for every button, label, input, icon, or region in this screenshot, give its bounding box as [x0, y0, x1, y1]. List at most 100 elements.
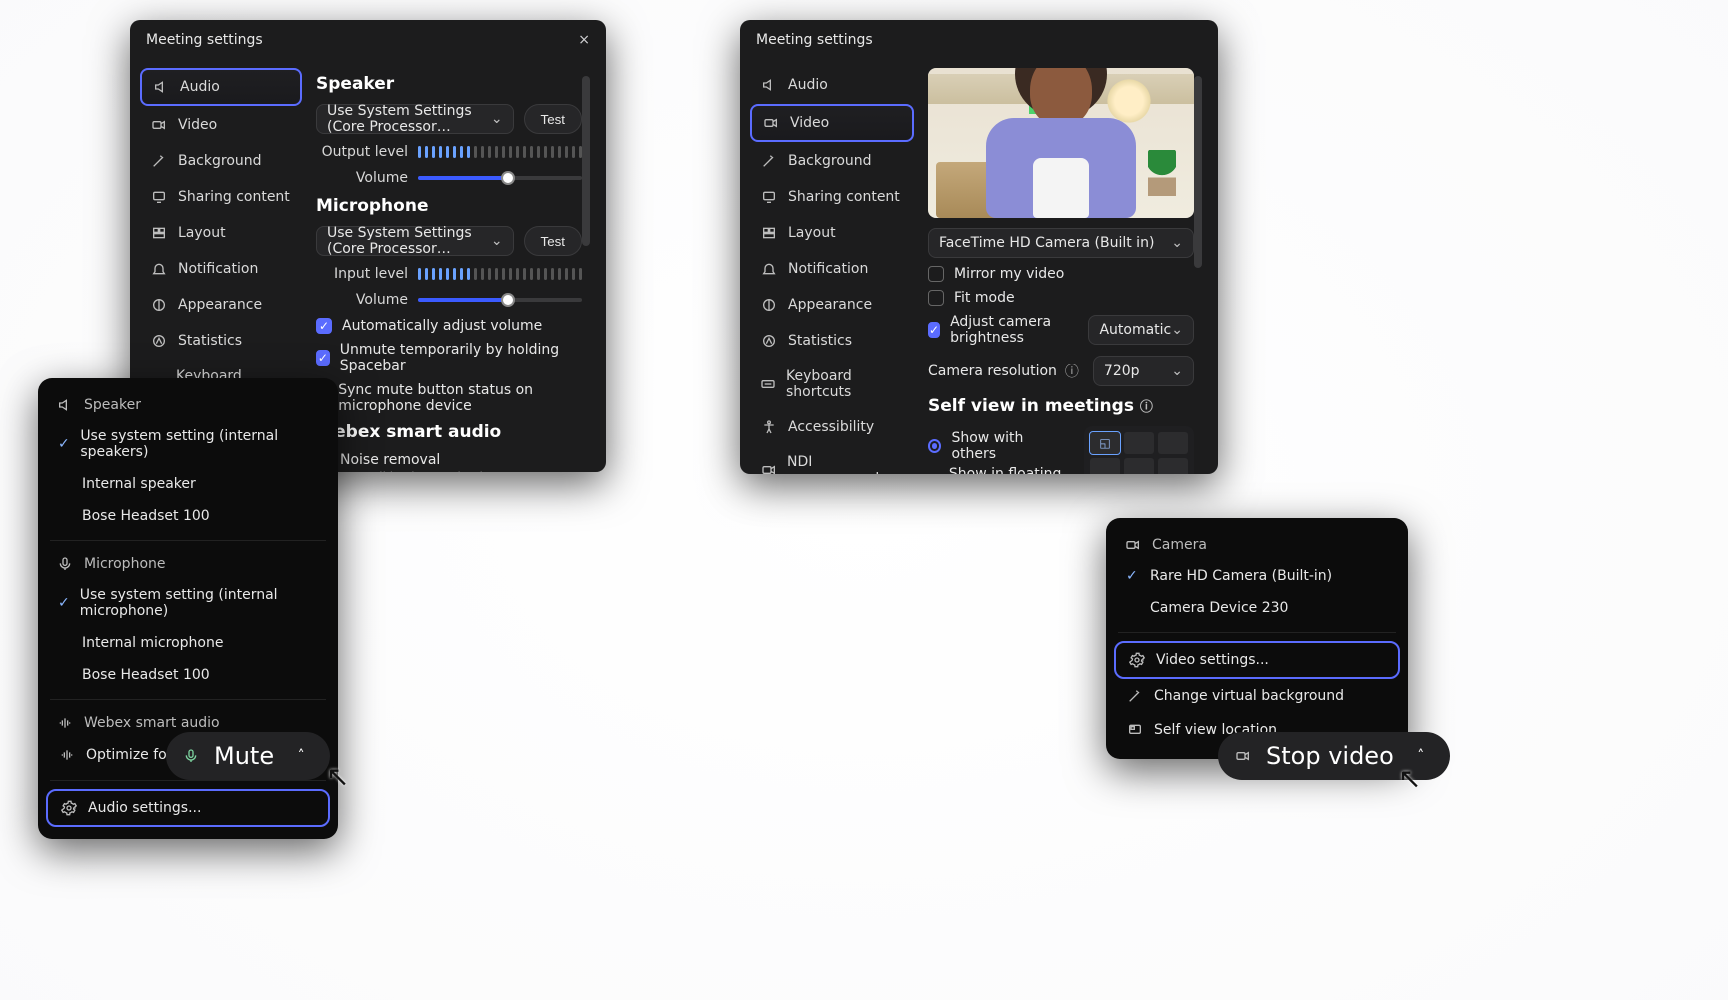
mirror-my-video[interactable]: ✓Mirror my video [928, 266, 1194, 282]
speaker-volume-label: Volume [316, 170, 408, 186]
speaker-opt-1[interactable]: Internal speaker [46, 468, 330, 500]
ndi-icon [760, 461, 777, 474]
selfview-grid[interactable]: ◱ [1084, 426, 1194, 474]
sync-mute-status[interactable]: ✓Sync mute button status on microphone d… [316, 382, 582, 414]
unmute-spacebar[interactable]: ✓Unmute temporarily by holding Spacebar [316, 342, 582, 374]
speaker-volume-slider[interactable] [418, 176, 582, 180]
speaker-icon [152, 78, 170, 96]
microphone-icon [182, 747, 200, 765]
speaker-opt-2[interactable]: Bose Headset 100 [46, 500, 330, 532]
cursor-icon: ↖ [1398, 762, 1421, 795]
video-main: FaceTime HD Camera (Built in)⌄ ✓Mirror m… [928, 68, 1206, 474]
chevron-up-icon[interactable]: ˄ [288, 743, 314, 769]
sidebar-item-layout[interactable]: Layout [140, 216, 302, 250]
sidebar-item-keyboard[interactable]: Keyboard shortcuts [750, 360, 914, 408]
scrollbar[interactable] [1194, 76, 1202, 474]
video-settings-item[interactable]: Video settings... [1114, 641, 1400, 679]
adjust-brightness[interactable]: ✓Adjust camera brightness [928, 314, 1074, 346]
chevron-down-icon: ⌄ [491, 111, 503, 127]
sidebar-item-background[interactable]: Background [750, 144, 914, 178]
sidebar-item-appearance[interactable]: Appearance [750, 288, 914, 322]
close-icon[interactable]: × [578, 33, 590, 47]
speaker-heading: Speaker [316, 74, 582, 94]
sidebar-item-ndi[interactable]: NDI management [750, 446, 914, 474]
sidebar-item-sharing[interactable]: Sharing content [140, 180, 302, 214]
waveform-icon [58, 746, 76, 764]
change-virtual-bg[interactable]: Change virtual background [1114, 679, 1400, 713]
camera-preview [928, 68, 1194, 218]
mic-opt-0[interactable]: ✓Use system setting (internal microphone… [46, 579, 330, 627]
stats-icon [150, 332, 168, 350]
video-icon [762, 114, 780, 132]
selfview-show-with-others[interactable]: Show with others [928, 430, 1066, 462]
speaker-opt-0[interactable]: ✓Use system setting (internal speakers) [46, 420, 330, 468]
output-level-meter [418, 146, 582, 158]
speaker-test-button[interactable]: Test [524, 104, 582, 134]
sidebar-item-statistics[interactable]: Statistics [140, 324, 302, 358]
gear-icon [60, 799, 78, 817]
camera-device-select[interactable]: FaceTime HD Camera (Built in)⌄ [928, 228, 1194, 258]
chevron-down-icon: ⌄ [1171, 322, 1183, 338]
sidebar-item-notification[interactable]: Notification [140, 252, 302, 286]
speaker-device-select[interactable]: Use System Settings (Core Processor…⌄ [316, 104, 514, 134]
panel-title: Meeting settings [146, 32, 263, 48]
sidebar-item-statistics[interactable]: Statistics [750, 324, 914, 358]
stats-icon [760, 332, 778, 350]
speaker-icon [760, 76, 778, 94]
audio-settings-item[interactable]: Audio settings... [46, 789, 330, 827]
brightness-mode-select[interactable]: Automatic⌄ [1088, 315, 1194, 345]
selfview-floating[interactable]: Show in floating window [928, 466, 1066, 474]
sidebar-item-layout[interactable]: Layout [750, 216, 914, 250]
smart-noise-removal[interactable]: Noise removal [316, 452, 582, 468]
chevron-down-icon: ⌄ [1171, 363, 1183, 379]
mute-button[interactable]: Mute ˄ [166, 732, 330, 780]
video-settings-panel: Meeting settings Audio Video Background … [740, 20, 1218, 474]
sidebar-item-appearance[interactable]: Appearance [140, 288, 302, 322]
chevron-down-icon: ⌄ [1171, 235, 1183, 251]
selfview-icon [1126, 721, 1144, 739]
appearance-icon [150, 296, 168, 314]
input-level-meter [418, 268, 582, 280]
sidebar-item-notification[interactable]: Notification [750, 252, 914, 286]
video-icon [1234, 747, 1252, 765]
camera-opt-0[interactable]: ✓Rare HD Camera (Built-in) [1114, 560, 1400, 592]
waveform-icon [56, 714, 74, 732]
selfview-cell-self[interactable]: ◱ [1090, 432, 1120, 454]
sidebar-item-audio[interactable]: Audio [750, 68, 914, 102]
chevron-down-icon: ⌄ [491, 233, 503, 249]
mic-device-select[interactable]: Use System Settings (Core Processor…⌄ [316, 226, 514, 256]
panel-title: Meeting settings [756, 32, 873, 48]
sidebar-item-background[interactable]: Background [140, 144, 302, 178]
mic-opt-2[interactable]: Bose Headset 100 [46, 659, 330, 691]
sidebar-item-video[interactable]: Video [750, 104, 914, 142]
camera-resolution-select[interactable]: 720p⌄ [1093, 356, 1194, 386]
sidebar: Audio Video Background Sharing content L… [750, 68, 914, 474]
layout-icon [760, 224, 778, 242]
mic-volume-slider[interactable] [418, 298, 582, 302]
video-device-popup: Camera ✓Rare HD Camera (Built-in) Camera… [1106, 518, 1408, 759]
sidebar-item-audio[interactable]: Audio [140, 68, 302, 106]
camera-resolution-label: Camera resolution [928, 363, 1057, 379]
scrollbar[interactable] [582, 76, 590, 472]
accessibility-icon [760, 418, 778, 436]
smart-noise-removal-desc: oves all background noise. [340, 470, 582, 472]
auto-adjust-volume[interactable]: ✓Automatically adjust volume [316, 318, 582, 334]
input-level-label: Input level [316, 266, 408, 282]
mic-opt-1[interactable]: Internal microphone [46, 627, 330, 659]
camera-opt-1[interactable]: Camera Device 230 [1114, 592, 1400, 624]
share-icon [760, 188, 778, 206]
sidebar-item-accessibility[interactable]: Accessibility [750, 410, 914, 444]
sidebar-item-video[interactable]: Video [140, 108, 302, 142]
appearance-icon [760, 296, 778, 314]
check-icon: ✓ [58, 595, 70, 611]
titlebar: Meeting settings × [130, 20, 606, 60]
sidebar-item-sharing[interactable]: Sharing content [750, 180, 914, 214]
mic-test-button[interactable]: Test [524, 226, 582, 256]
bell-icon [150, 260, 168, 278]
gear-icon [1128, 651, 1146, 669]
check-icon: ✓ [58, 436, 70, 452]
info-icon: ⓘ [1065, 361, 1079, 381]
fit-mode[interactable]: ✓Fit mode [928, 290, 1194, 306]
wand-icon [1126, 687, 1144, 705]
layout-icon [150, 224, 168, 242]
